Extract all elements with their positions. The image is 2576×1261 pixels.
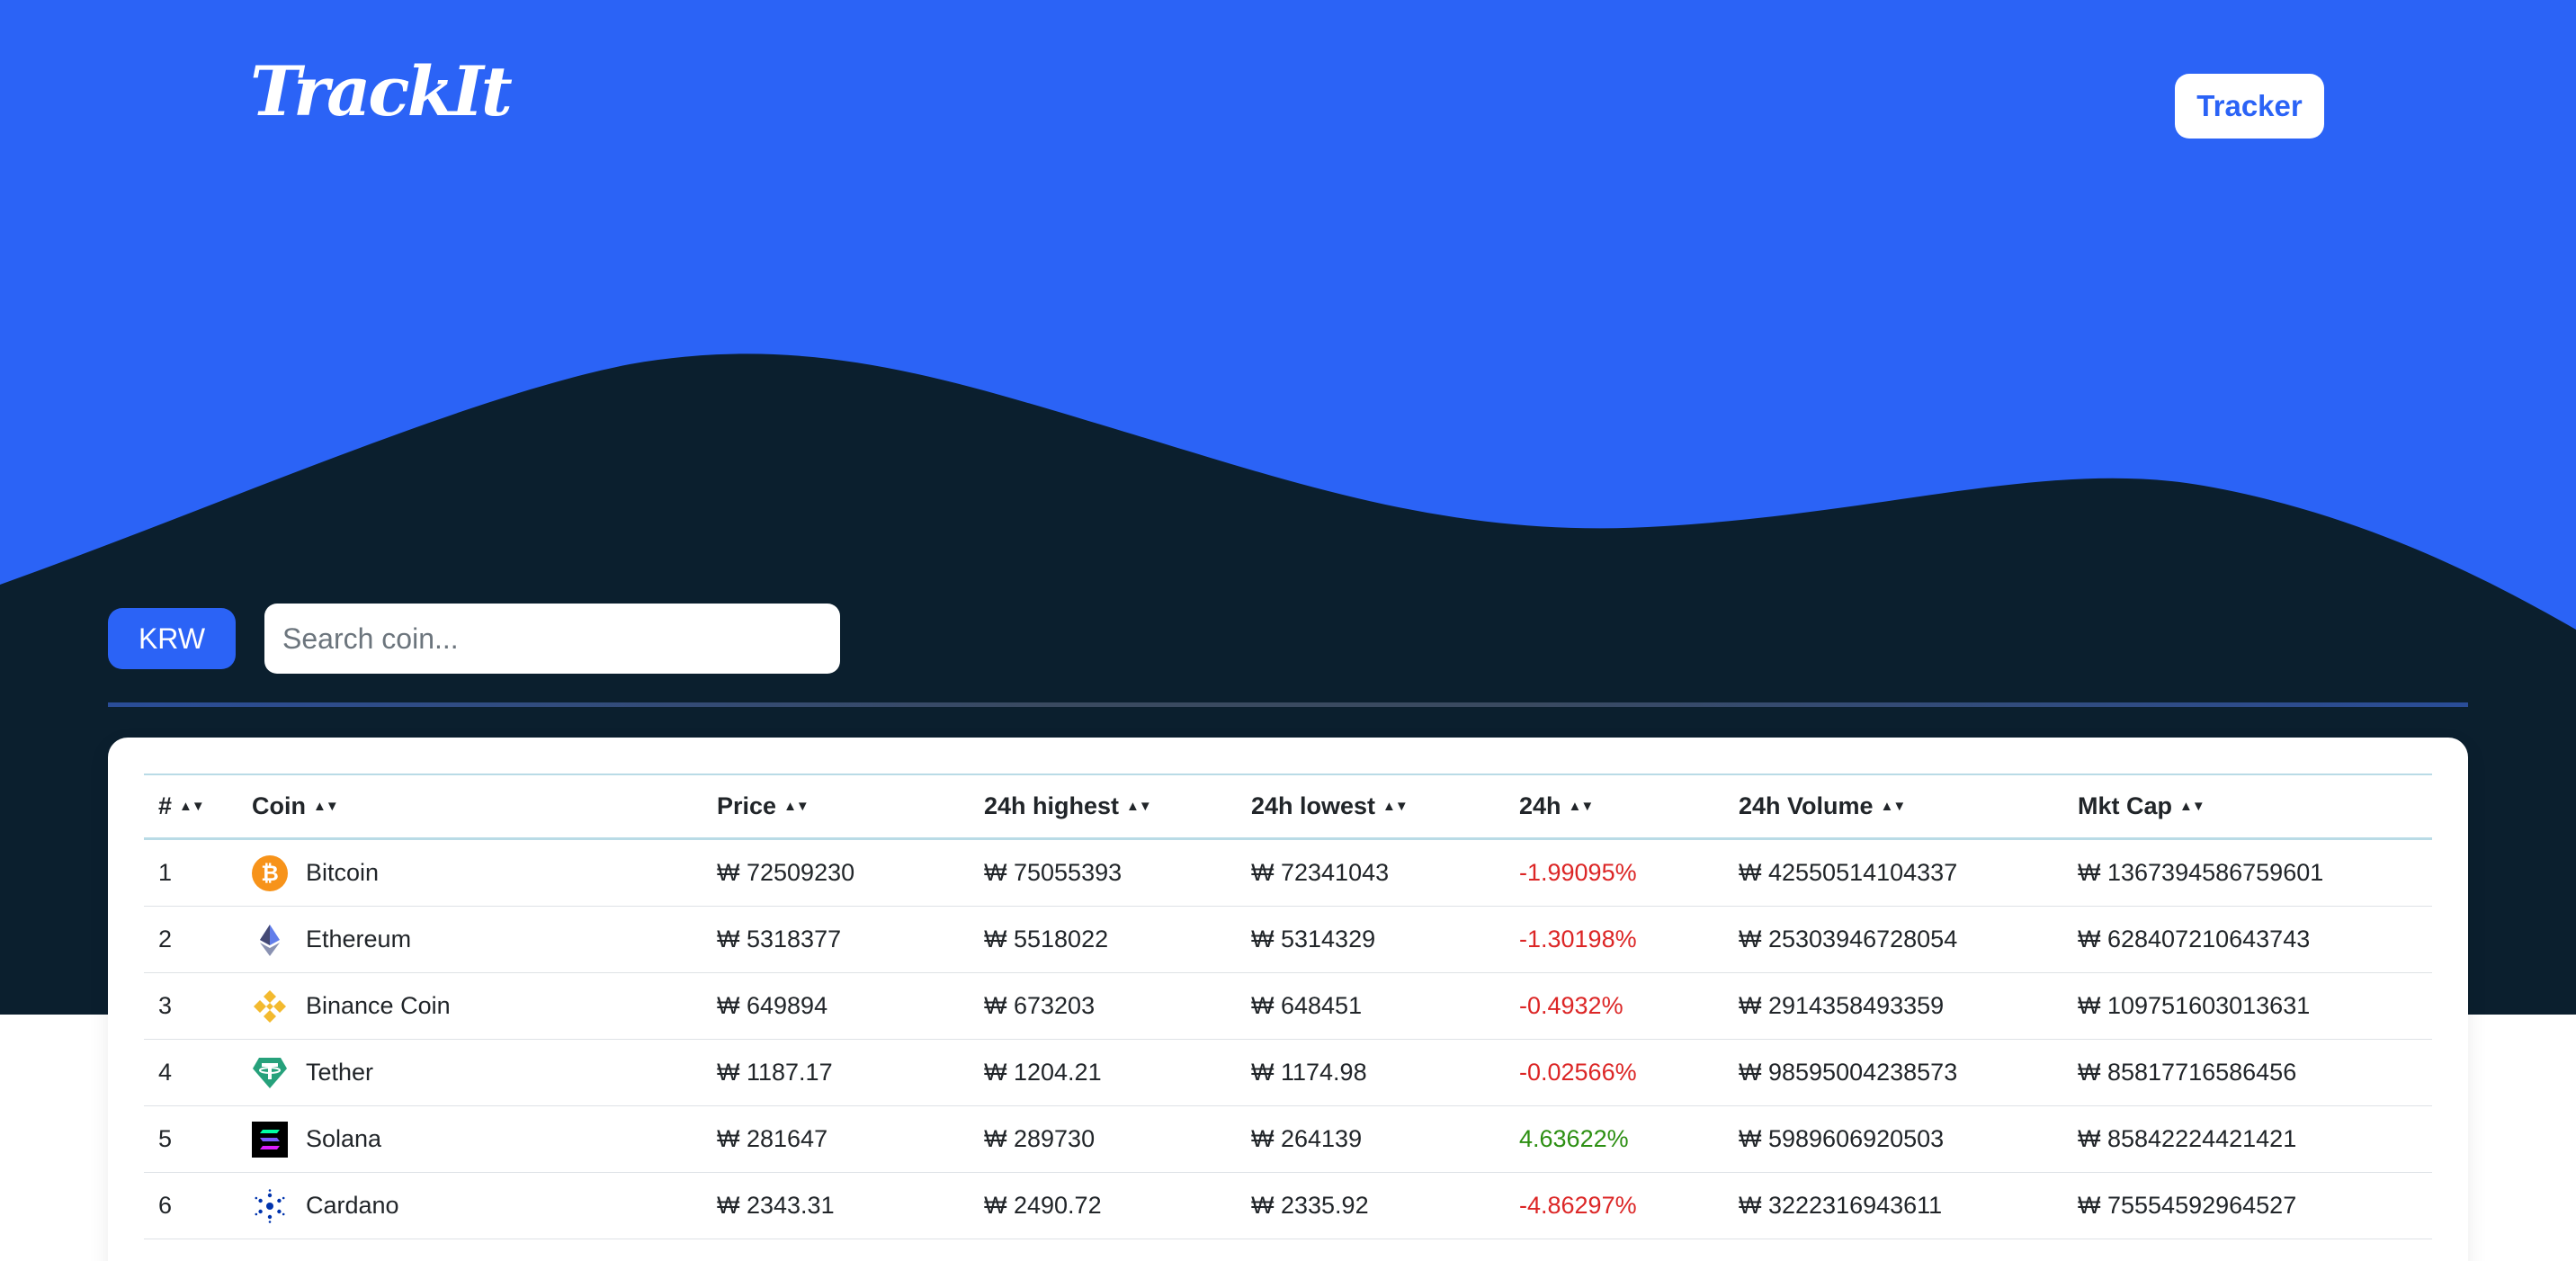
sort-icon: ▲▼ xyxy=(1126,799,1152,814)
column-label: 24h xyxy=(1519,792,1561,819)
column-header-market-cap[interactable]: Mkt Cap ▲▼ xyxy=(2063,792,2432,820)
sort-icon: ▲▼ xyxy=(783,799,809,814)
column-header-24h-change[interactable]: 24h ▲▼ xyxy=(1505,792,1724,820)
table-row[interactable]: 1 ₿ Bitcoin ₩ 72509230 ₩ 75055393 ₩ 7234… xyxy=(144,840,2432,907)
change-cell: -4.86297% xyxy=(1519,1192,1637,1219)
ethereum-icon xyxy=(252,922,288,958)
low-cell: ₩ 648451 xyxy=(1251,992,1363,1019)
volume-cell: ₩ 42550514104337 xyxy=(1739,859,1958,886)
column-header-24h-highest[interactable]: 24h highest ▲▼ xyxy=(970,792,1237,820)
sort-icon: ▲▼ xyxy=(1382,799,1409,814)
sort-icon: ▲▼ xyxy=(313,799,339,814)
svg-text:₿: ₿ xyxy=(261,861,279,886)
tether-icon xyxy=(252,1055,288,1091)
search-input[interactable] xyxy=(264,604,840,674)
volume-cell: ₩ 5989606920503 xyxy=(1739,1125,1945,1152)
high-cell: ₩ 1204.21 xyxy=(984,1059,1102,1086)
column-header-price[interactable]: Price ▲▼ xyxy=(702,792,970,820)
change-cell: 4.63622% xyxy=(1519,1125,1629,1152)
low-cell: ₩ 2335.92 xyxy=(1251,1192,1369,1219)
low-cell: ₩ 264139 xyxy=(1251,1125,1363,1152)
column-header-24h-lowest[interactable]: 24h lowest ▲▼ xyxy=(1237,792,1505,820)
column-label: 24h Volume xyxy=(1739,792,1874,819)
bitcoin-icon: ₿ xyxy=(252,854,288,891)
volume-cell: ₩ 25303946728054 xyxy=(1739,926,1958,952)
price-cell: ₩ 1187.17 xyxy=(717,1059,833,1086)
market-cap-cell: ₩ 628407210643743 xyxy=(2078,926,2311,952)
table-row[interactable]: 2 Ethereum ₩ 5318377 ₩ 5518022 ₩ 5314329… xyxy=(144,907,2432,973)
coin-cell: Binance Coin xyxy=(237,988,702,1024)
coin-name: Binance Coin xyxy=(306,992,451,1019)
divider xyxy=(108,702,2468,707)
table-row[interactable]: 3 Binance Coin ₩ 649894 ₩ 673203 ₩ 64845… xyxy=(144,973,2432,1040)
change-cell: -0.02566% xyxy=(1519,1059,1637,1086)
column-label: 24h highest xyxy=(984,792,1120,819)
change-cell: -1.30198% xyxy=(1519,926,1637,952)
table-row[interactable]: 5 Solana ₩ 281647 ₩ 289730 ₩ 264139 4.63… xyxy=(144,1106,2432,1173)
column-header-rank[interactable]: # ▲▼ xyxy=(144,792,237,820)
table-row[interactable]: 4 Tether ₩ 1187.17 ₩ 1204.21 ₩ 1174.98 -… xyxy=(144,1040,2432,1106)
high-cell: ₩ 75055393 xyxy=(984,859,1123,886)
binance-coin-icon xyxy=(252,988,288,1024)
price-cell: ₩ 72509230 xyxy=(717,859,855,886)
sort-icon: ▲▼ xyxy=(1880,799,1907,814)
high-cell: ₩ 673203 xyxy=(984,992,1096,1019)
low-cell: ₩ 1174.98 xyxy=(1251,1059,1367,1086)
price-cell: ₩ 649894 xyxy=(717,992,828,1019)
coin-name: Bitcoin xyxy=(306,859,380,886)
coin-table: # ▲▼ Coin ▲▼ Price ▲▼ 24h highest ▲▼ 24h low… xyxy=(144,774,2432,1239)
column-label: Mkt Cap xyxy=(2078,792,2173,819)
high-cell: ₩ 5518022 xyxy=(984,926,1109,952)
column-header-24h-volume[interactable]: 24h Volume ▲▼ xyxy=(1724,792,2063,820)
currency-button[interactable]: KRW xyxy=(108,608,236,669)
coin-cell: Ethereum xyxy=(237,922,702,958)
column-label: 24h lowest xyxy=(1251,792,1376,819)
rank-cell: 6 xyxy=(158,1192,173,1219)
column-header-coin[interactable]: Coin ▲▼ xyxy=(237,792,702,820)
sort-icon: ▲▼ xyxy=(179,799,205,814)
market-cap-cell: ₩ 85842224421421 xyxy=(2078,1125,2297,1152)
volume-cell: ₩ 98595004238573 xyxy=(1739,1059,1958,1086)
high-cell: ₩ 289730 xyxy=(984,1125,1096,1152)
low-cell: ₩ 72341043 xyxy=(1251,859,1390,886)
volume-cell: ₩ 3222316943611 xyxy=(1739,1192,1943,1219)
market-cap-cell: ₩ 85817716586456 xyxy=(2078,1059,2297,1086)
volume-cell: ₩ 2914358493359 xyxy=(1739,992,1945,1019)
solana-icon xyxy=(252,1121,288,1158)
price-cell: ₩ 281647 xyxy=(717,1125,828,1152)
coin-cell: Cardano xyxy=(237,1188,702,1224)
change-cell: -1.99095% xyxy=(1519,859,1637,886)
sort-icon: ▲▼ xyxy=(1568,799,1595,814)
market-cap-cell: ₩ 109751603013631 xyxy=(2078,992,2311,1019)
high-cell: ₩ 2490.72 xyxy=(984,1192,1102,1219)
column-label: Coin xyxy=(252,792,306,819)
rank-cell: 1 xyxy=(158,859,173,886)
rank-cell: 4 xyxy=(158,1059,173,1086)
coin-cell: Tether xyxy=(237,1055,702,1091)
coin-name: Cardano xyxy=(306,1192,399,1219)
change-cell: -0.4932% xyxy=(1519,992,1623,1019)
price-cell: ₩ 2343.31 xyxy=(717,1192,835,1219)
table-header: # ▲▼ Coin ▲▼ Price ▲▼ 24h highest ▲▼ 24h low… xyxy=(144,774,2432,840)
logo[interactable]: TrackIt xyxy=(250,58,513,126)
price-cell: ₩ 5318377 xyxy=(717,926,842,952)
cardano-icon xyxy=(252,1188,288,1224)
coin-name: Tether xyxy=(306,1059,374,1086)
column-label: Price xyxy=(717,792,777,819)
tracker-nav-button[interactable]: Tracker xyxy=(2175,74,2324,139)
rank-cell: 5 xyxy=(158,1125,173,1152)
rank-cell: 3 xyxy=(158,992,173,1019)
market-cap-cell: ₩ 1367394586759601 xyxy=(2078,859,2324,886)
market-cap-cell: ₩ 75554592964527 xyxy=(2078,1192,2297,1219)
table-row[interactable]: 6 Cardano ₩ 2343.31 ₩ 2490.72 ₩ 2335.92 … xyxy=(144,1173,2432,1239)
coin-name: Ethereum xyxy=(306,926,412,952)
coin-name: Solana xyxy=(306,1125,382,1152)
low-cell: ₩ 5314329 xyxy=(1251,926,1376,952)
coin-table-card: # ▲▼ Coin ▲▼ Price ▲▼ 24h highest ▲▼ 24h low… xyxy=(108,738,2468,1261)
coin-cell: ₿ Bitcoin xyxy=(237,854,702,891)
column-label: # xyxy=(158,792,173,819)
sort-icon: ▲▼ xyxy=(2179,799,2205,814)
rank-cell: 2 xyxy=(158,926,173,952)
coin-cell: Solana xyxy=(237,1121,702,1158)
